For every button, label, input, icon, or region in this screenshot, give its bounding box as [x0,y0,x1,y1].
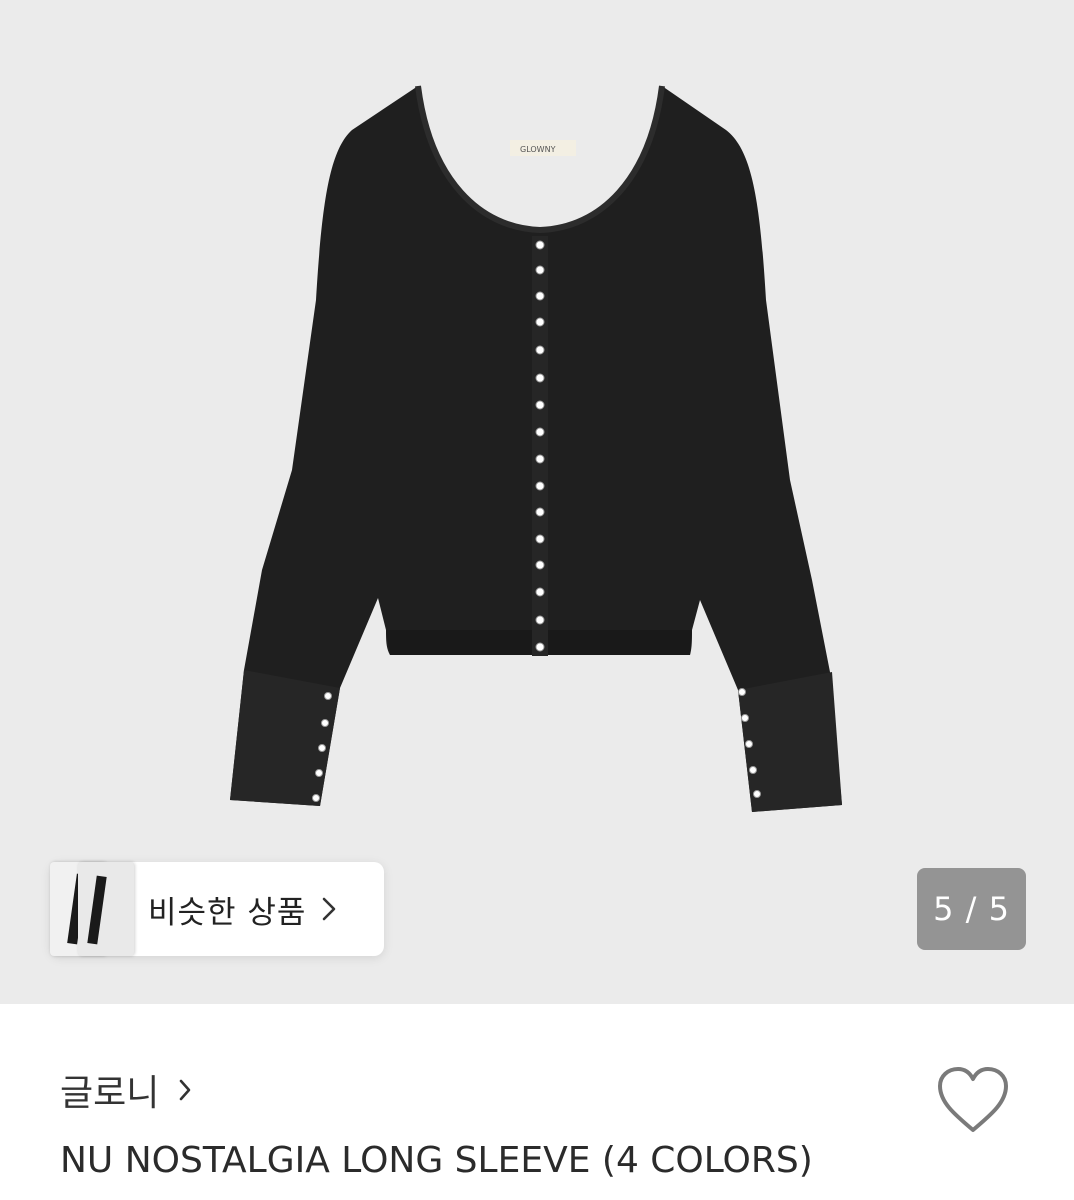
chevron-right-icon [177,1077,193,1103]
product-gallery[interactable]: GLOWNY 비슷한 상품 5 / 5 [0,0,1074,1004]
similar-thumbnails [50,862,134,956]
brand-link[interactable]: 글로니 [60,1062,193,1118]
brand-name: 글로니 [60,1073,160,1114]
page-counter: 5 / 5 [917,868,1026,950]
wishlist-button[interactable] [934,1064,1012,1136]
product-image: GLOWNY [230,85,842,812]
similar-thumbnail [78,862,134,956]
similar-products-button[interactable]: 비슷한 상품 [50,862,384,956]
similar-products-label: 비슷한 상품 [148,894,307,931]
svg-text:GLOWNY: GLOWNY [520,145,556,154]
heart-outline-icon [938,1067,1008,1132]
product-title: NU NOSTALGIA LONG SLEEVE (4 COLORS) [60,1140,813,1181]
chevron-right-icon [320,895,338,923]
